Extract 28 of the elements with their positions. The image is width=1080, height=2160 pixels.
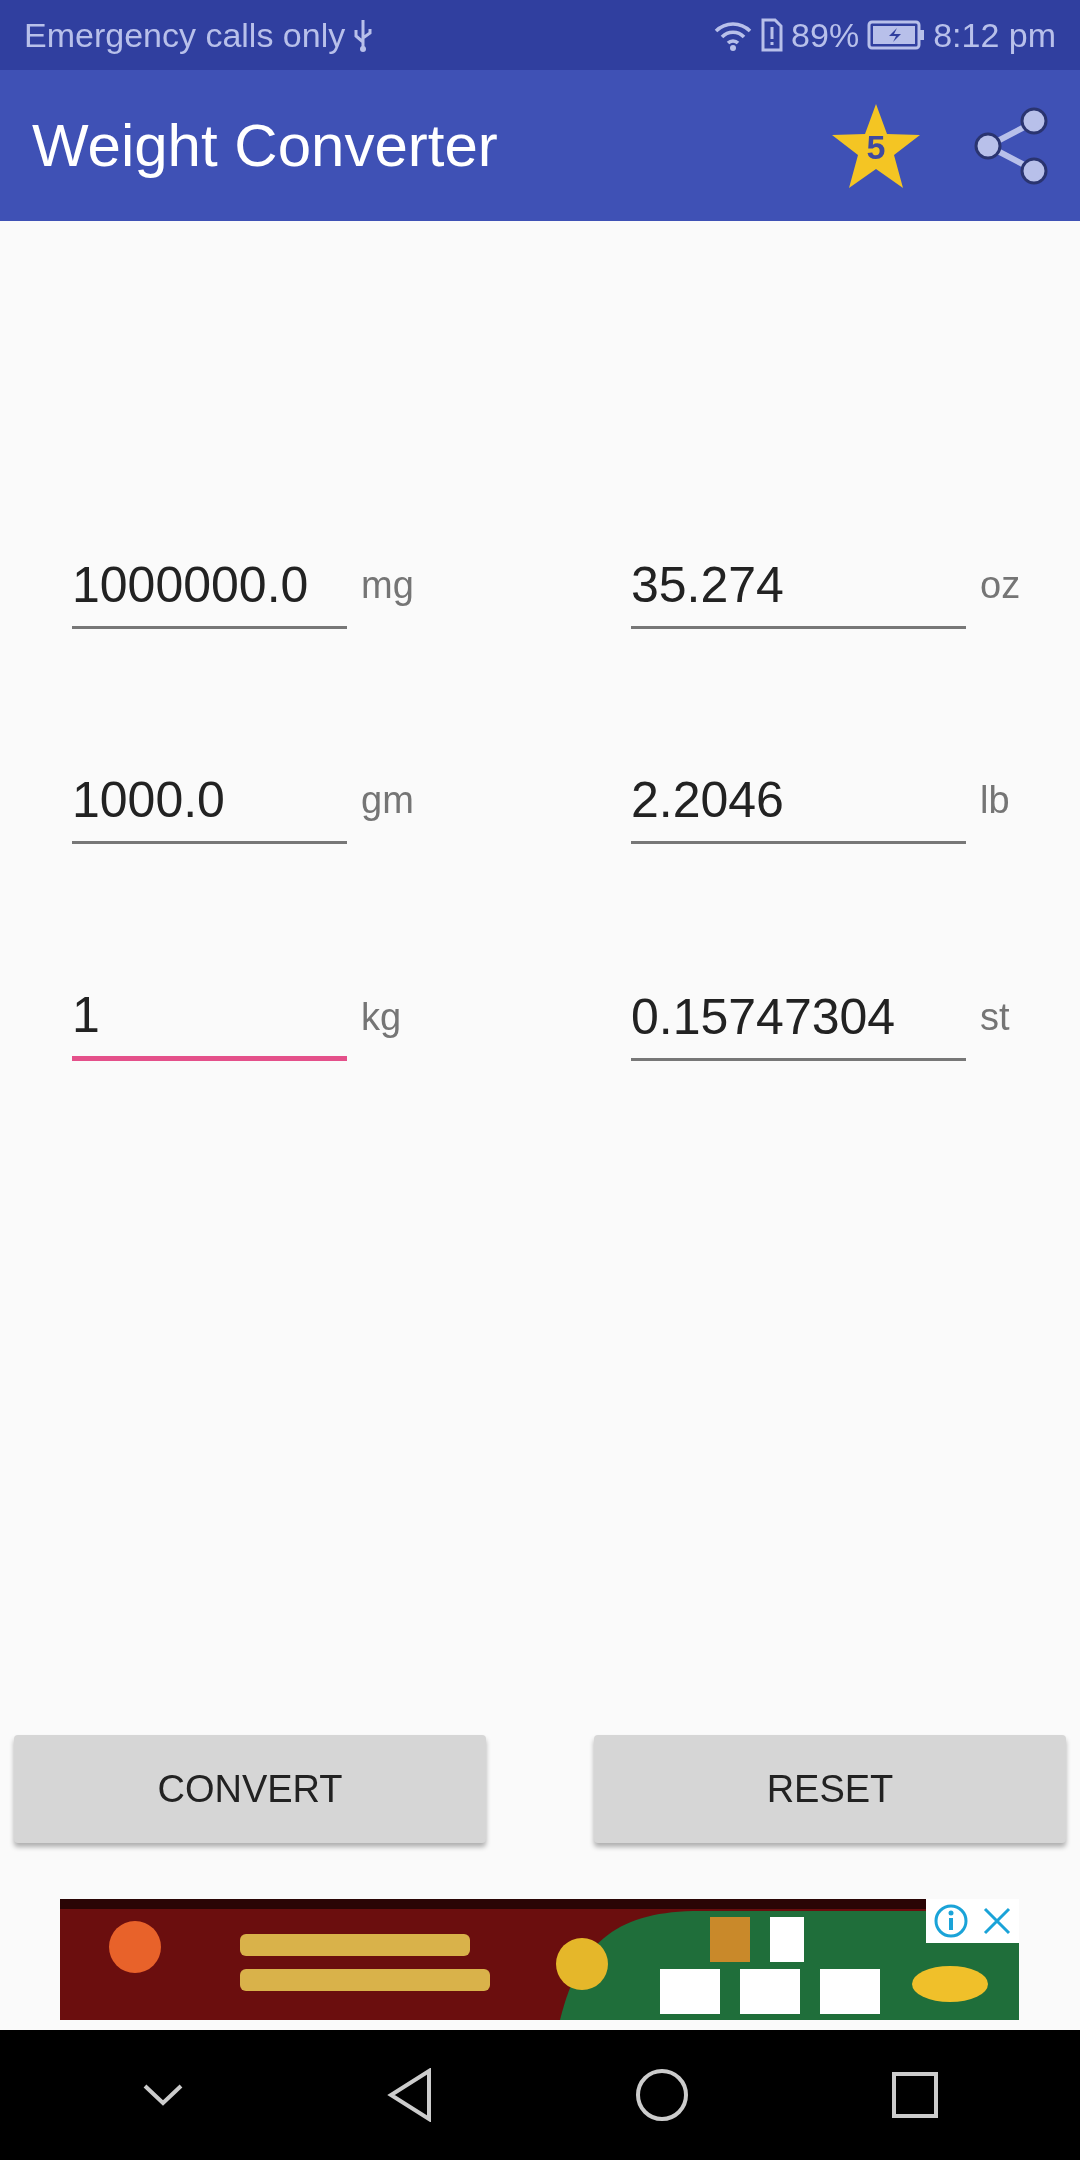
battery-percent: 89% — [791, 15, 860, 55]
unit-label: kg — [361, 996, 403, 1040]
battery-charging-icon — [867, 20, 926, 50]
weight-input-field[interactable]: 1000.0 — [72, 771, 347, 844]
recents-icon[interactable] — [891, 2071, 939, 2119]
carrier-text: Emergency calls only — [24, 15, 346, 55]
weight-input-field[interactable]: 1000000.0 — [72, 556, 347, 629]
usb-icon — [353, 18, 374, 52]
sim-alert-icon — [761, 18, 784, 52]
weight-input-field[interactable]: 1 — [72, 986, 347, 1061]
reset-button[interactable]: RESET — [594, 1735, 1066, 1843]
home-icon[interactable] — [635, 2068, 689, 2122]
unit-label: st — [980, 996, 1011, 1040]
wifi-icon — [713, 19, 754, 51]
weight-input-field[interactable]: 0.15747304 — [631, 988, 966, 1061]
convert-button[interactable]: CONVERT — [14, 1735, 486, 1843]
unit-label: oz — [980, 564, 1022, 608]
weight-input-field[interactable]: 2.2046 — [631, 771, 966, 844]
unit-label: mg — [361, 564, 415, 608]
unit-label: gm — [361, 779, 415, 823]
back-icon[interactable] — [387, 2068, 433, 2122]
close-icon[interactable] — [982, 1906, 1013, 1936]
unit-label: lb — [980, 779, 1011, 823]
share-icon[interactable] — [972, 105, 1050, 186]
app-title: Weight Converter — [32, 111, 499, 180]
clock-text: 8:12 pm — [933, 15, 1056, 55]
weight-input-field[interactable]: 35.274 — [631, 556, 966, 629]
info-icon[interactable] — [932, 1903, 969, 1939]
